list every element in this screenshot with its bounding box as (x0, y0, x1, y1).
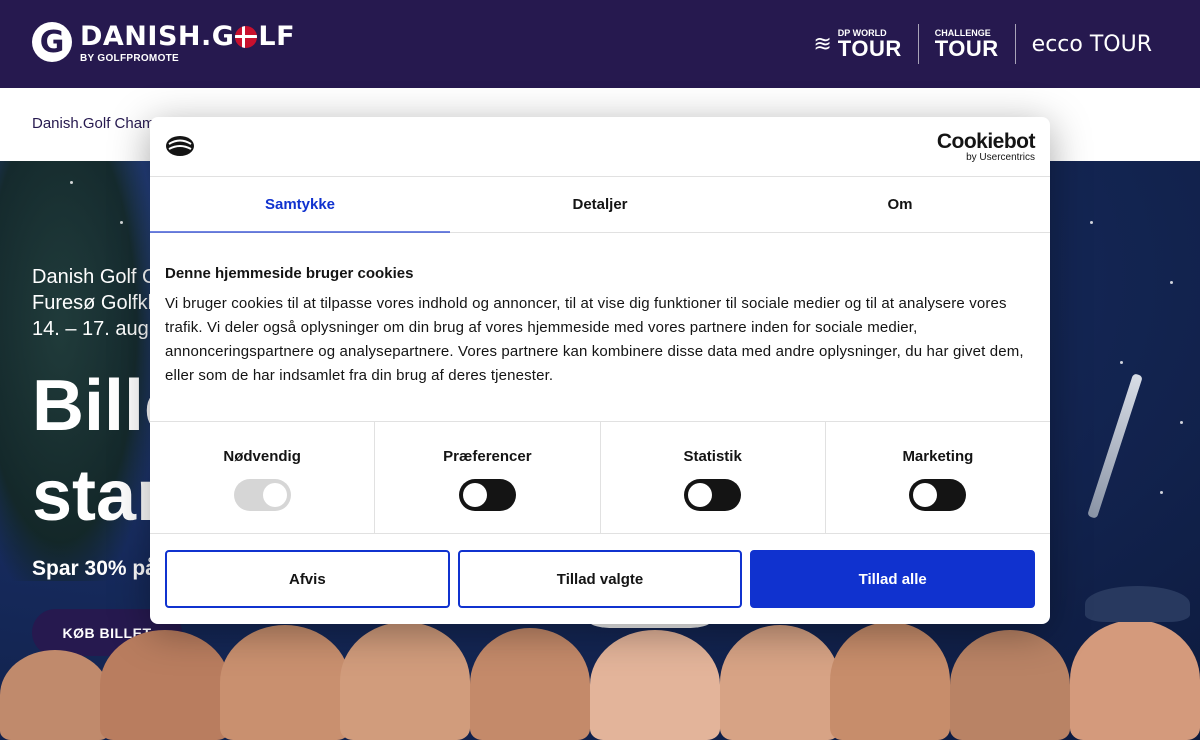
consent-toggles: Nødvendig Præferencer Statistik Marketin… (150, 421, 1050, 534)
dialog-header: Cookiebot by Usercentrics (150, 117, 1050, 177)
toggle-label: Nødvendig (223, 448, 301, 465)
event-info: Danish Golf C Furesø Golfkl 14. – 17. au… (32, 264, 160, 342)
toggle-label: Præferencer (443, 448, 532, 465)
breadcrumb[interactable]: Danish.Golf Cham (32, 115, 155, 132)
challenge-tour-logo[interactable]: CHALLENGE TOUR (917, 24, 1015, 64)
toggle-group-statistics: Statistik (599, 422, 825, 533)
tab-detaljer[interactable]: Detaljer (450, 177, 750, 232)
dialog-description: Vi bruger cookies til at tilpasse vores … (165, 295, 1024, 384)
statistics-toggle[interactable] (684, 479, 742, 511)
tab-om[interactable]: Om (750, 177, 1050, 232)
allow-all-button[interactable]: Tillad alle (750, 550, 1036, 608)
tab-samtykke[interactable]: Samtykke (150, 177, 450, 233)
dialog-heading: Denne hjemmeside bruger cookies (165, 265, 414, 282)
marketing-toggle[interactable] (909, 479, 967, 511)
danish-flag-icon (235, 26, 258, 48)
toggle-label: Statistik (683, 448, 742, 465)
logo-text-right: LF (258, 21, 296, 52)
logo-main: DANISH.G LF (80, 22, 295, 52)
logo-subtitle: BY GOLFPROMOTE (80, 53, 180, 64)
danish-golf-logo[interactable]: G DANISH.G LF BY GOLFPROMOTE (32, 22, 295, 64)
dialog-tabs: Samtykke Detaljer Om (150, 177, 1050, 233)
logo-text: DANISH.G LF BY GOLFPROMOTE (80, 22, 295, 65)
preferences-toggle[interactable] (458, 479, 516, 511)
cookiebot-eye-icon (166, 136, 194, 156)
logo-text-left: DANISH.G (80, 21, 235, 52)
tour-big-label: TOUR (934, 35, 999, 61)
necessary-toggle (233, 479, 291, 511)
dialog-body: Denne hjemmeside bruger cookies Vi bruge… (150, 233, 1050, 421)
swoosh-icon: ≋ (813, 31, 832, 56)
dp-world-tour-text: DP WORLD TOUR (837, 28, 902, 61)
logo-g-icon: G (32, 22, 72, 62)
toggle-group-marketing: Marketing (824, 422, 1050, 533)
cookiebot-brand-sub: by Usercentrics (966, 152, 1035, 163)
reject-button[interactable]: Afvis (165, 550, 450, 608)
challenge-tour-text: CHALLENGE TOUR (934, 28, 999, 61)
dp-world-tour-logo[interactable]: ≋ DP WORLD TOUR (797, 24, 917, 64)
cookiebot-brand: Cookiebot (936, 130, 1036, 153)
toggle-knob (262, 483, 287, 507)
event-dates: 14. – 17. augu (32, 318, 160, 340)
event-venue: Furesø Golfkl (32, 292, 153, 314)
discount-text: Spar 30% på (32, 557, 157, 580)
event-name: Danish Golf C (32, 266, 157, 288)
toggle-label: Marketing (902, 448, 974, 465)
cookiebot-logo[interactable]: Cookiebot by Usercentrics (936, 130, 1036, 163)
site-header: G DANISH.G LF BY GOLFPROMOTE ≋ DP WORLD T… (0, 0, 1200, 88)
toggle-group-necessary: Nødvendig (150, 422, 374, 533)
cookie-consent-dialog: Cookiebot by Usercentrics Samtykke Detal… (150, 117, 1050, 624)
toggle-group-preferences: Præferencer (374, 422, 599, 533)
tour-big-label: TOUR (837, 35, 902, 61)
toggle-knob (462, 483, 487, 507)
toggle-knob (913, 483, 938, 507)
dialog-buttons: Afvis Tillad valgte Tillad alle (150, 534, 1050, 608)
ecco-tour-label: ecco TOUR (1031, 31, 1152, 57)
ecco-tour-logo[interactable]: ecco TOUR (1014, 24, 1168, 64)
allow-selected-button[interactable]: Tillad valgte (457, 550, 743, 608)
toggle-knob (688, 483, 713, 507)
tour-logos: ≋ DP WORLD TOUR CHALLENGE TOUR ecco TOUR (797, 24, 1168, 64)
